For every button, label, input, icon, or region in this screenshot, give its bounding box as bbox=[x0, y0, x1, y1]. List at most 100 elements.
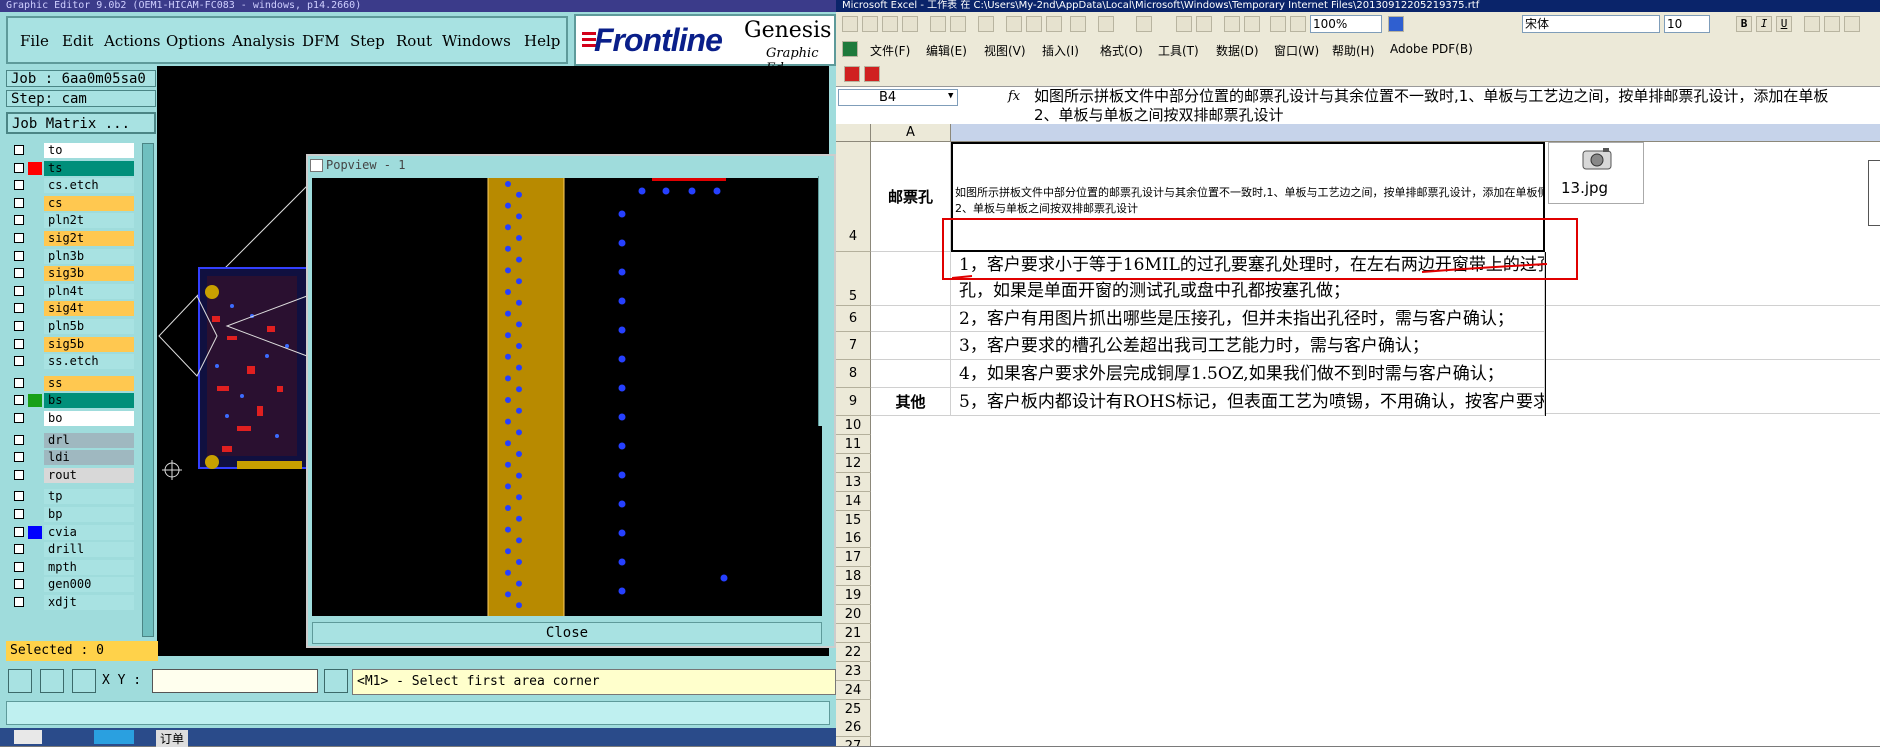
row-header-11[interactable]: 11 bbox=[836, 434, 871, 454]
layer-row-drl[interactable]: drl bbox=[8, 432, 134, 449]
layer-list-scrollbar[interactable] bbox=[142, 143, 154, 637]
menu-rout[interactable]: Rout bbox=[396, 32, 432, 50]
row-header-25[interactable]: 25 bbox=[836, 699, 871, 719]
undo-icon[interactable] bbox=[1098, 16, 1114, 32]
row-header-5[interactable]: 5 bbox=[836, 252, 871, 306]
row-header-27[interactable]: 27 bbox=[836, 737, 871, 746]
genesis-title-bar[interactable]: Graphic Editor 9.0b2 (OEM1-HICAM-FC083 -… bbox=[0, 0, 836, 12]
cell-a9[interactable]: 其他 bbox=[871, 388, 951, 416]
menu-help[interactable]: Help bbox=[524, 32, 560, 50]
layer-checkbox[interactable] bbox=[14, 597, 24, 607]
column-header-a[interactable]: A bbox=[871, 124, 951, 142]
bold-icon[interactable]: B bbox=[1736, 16, 1752, 32]
prompt-toggle-icon[interactable] bbox=[324, 669, 348, 693]
row-header-12[interactable]: 12 bbox=[836, 453, 871, 473]
menu-tools[interactable]: 工具(T) bbox=[1158, 42, 1199, 59]
layer-row-bo[interactable]: bo bbox=[8, 411, 134, 427]
help-icon[interactable] bbox=[1388, 16, 1404, 32]
chart-wizard-icon[interactable] bbox=[1270, 16, 1286, 32]
menu-file[interactable]: 文件(F) bbox=[870, 42, 910, 59]
menu-edit[interactable]: 编辑(E) bbox=[926, 42, 967, 59]
spelling-icon[interactable] bbox=[978, 16, 994, 32]
formula-content[interactable]: 如图所示拼板文件中部分位置的邮票孔设计与其余位置不一致时,1、单板与工艺边之间，… bbox=[1034, 87, 1880, 125]
underline-icon[interactable]: U bbox=[1776, 16, 1792, 32]
layer-checkbox[interactable] bbox=[14, 197, 24, 208]
layer-checkbox[interactable] bbox=[14, 321, 24, 331]
layer-checkbox[interactable] bbox=[14, 145, 24, 155]
xy-input[interactable] bbox=[152, 669, 318, 693]
convert-and-email-pdf-icon[interactable] bbox=[864, 66, 880, 82]
name-box-dropdown-icon[interactable]: ▼ bbox=[948, 91, 953, 101]
hyperlink-icon[interactable] bbox=[1176, 16, 1192, 32]
menu-analysis[interactable]: Analysis bbox=[232, 32, 295, 50]
layer-row-tp[interactable]: tp bbox=[8, 489, 134, 505]
row-header-7[interactable]: 7 bbox=[836, 332, 871, 360]
redo-icon[interactable] bbox=[1136, 16, 1152, 32]
drawing-icon[interactable] bbox=[1290, 16, 1306, 32]
layer-row-ldi[interactable]: ldi bbox=[8, 450, 134, 466]
layer-checkbox[interactable] bbox=[14, 285, 24, 296]
layer-checkbox[interactable] bbox=[14, 303, 24, 314]
save-icon[interactable] bbox=[882, 16, 898, 32]
insert-function-icon[interactable]: fx bbox=[1008, 89, 1020, 104]
layer-checkbox[interactable] bbox=[14, 491, 24, 502]
layer-row-mpth[interactable]: mpth bbox=[8, 559, 134, 576]
excel-app-icon[interactable] bbox=[842, 41, 858, 57]
menu-data[interactable]: 数据(D) bbox=[1216, 42, 1259, 59]
sort-ascending-icon[interactable] bbox=[1224, 16, 1240, 32]
row-header-13[interactable]: 13 bbox=[836, 472, 871, 492]
layer-row-pln4t[interactable]: pln4t bbox=[8, 283, 134, 300]
layer-checkbox[interactable] bbox=[14, 452, 24, 463]
align-center-icon[interactable] bbox=[1824, 16, 1840, 32]
row-header-6[interactable]: 6 bbox=[836, 306, 871, 332]
row-header-22[interactable]: 22 bbox=[836, 642, 871, 662]
layer-row-xdjt[interactable]: xdjt bbox=[8, 595, 134, 611]
new-file-icon[interactable] bbox=[842, 16, 858, 32]
second-embedded-object[interactable] bbox=[1868, 160, 1880, 226]
layer-checkbox[interactable] bbox=[14, 579, 24, 590]
layer-checkbox[interactable] bbox=[14, 338, 24, 349]
popview-close-icon[interactable] bbox=[310, 159, 323, 172]
layer-checkbox[interactable] bbox=[14, 526, 24, 537]
menu-file[interactable]: File bbox=[20, 32, 49, 50]
layer-checkbox[interactable] bbox=[14, 162, 24, 173]
layer-checkbox[interactable] bbox=[14, 215, 24, 226]
layer-row-bp[interactable]: bp bbox=[8, 507, 134, 523]
print-preview-icon[interactable] bbox=[950, 16, 966, 32]
cell-b9[interactable]: 5，客户板内都设计有ROHS标记，但表面工艺为喷锡，不用确认，按客户要求制作。 bbox=[951, 388, 1545, 416]
area-select-tool-icon[interactable] bbox=[8, 669, 32, 693]
cells-c5-c9[interactable] bbox=[1545, 252, 1880, 416]
layer-row-sig2t[interactable]: sig2t bbox=[8, 231, 134, 247]
layer-row-cs[interactable]: cs bbox=[8, 195, 134, 212]
layer-row-drill[interactable]: drill bbox=[8, 542, 134, 558]
italic-icon[interactable]: I bbox=[1756, 16, 1772, 32]
layer-checkbox[interactable] bbox=[14, 561, 24, 572]
select-all-corner[interactable] bbox=[836, 124, 871, 142]
excel-title-bar[interactable]: Microsoft Excel - 工作表 在 C:\Users\My-2nd\… bbox=[836, 0, 1880, 12]
cell-a5[interactable] bbox=[871, 252, 951, 306]
layer-checkbox[interactable] bbox=[14, 356, 24, 367]
cell-a6[interactable] bbox=[871, 306, 951, 332]
layer-checkbox[interactable] bbox=[14, 469, 24, 480]
layer-row-sig5b[interactable]: sig5b bbox=[8, 336, 134, 353]
cell-a8[interactable] bbox=[871, 360, 951, 388]
row-header-23[interactable]: 23 bbox=[836, 661, 871, 681]
layer-checkbox[interactable] bbox=[14, 233, 24, 243]
row-header-15[interactable]: 15 bbox=[836, 510, 871, 530]
layer-row-sig3b[interactable]: sig3b bbox=[8, 266, 134, 282]
menu-windows[interactable]: Windows bbox=[442, 32, 511, 50]
column-header-b[interactable] bbox=[951, 124, 1880, 142]
row-header-14[interactable]: 14 bbox=[836, 491, 871, 511]
menu-format[interactable]: 格式(O) bbox=[1100, 42, 1143, 59]
popview-close-button[interactable]: Close bbox=[312, 622, 822, 644]
row-header-10[interactable]: 10 bbox=[836, 416, 871, 435]
row-header-19[interactable]: 19 bbox=[836, 586, 871, 606]
worksheet-grid[interactable]: A 4 邮票孔 如图所示拼板文件中部分位置的邮票孔设计与其余位置不一致时,1、单… bbox=[836, 124, 1880, 746]
sort-descending-icon[interactable] bbox=[1244, 16, 1260, 32]
zoom-select[interactable]: 100% bbox=[1310, 15, 1382, 33]
row-header-24[interactable]: 24 bbox=[836, 680, 871, 700]
row-header-8[interactable]: 8 bbox=[836, 360, 871, 388]
layer-checkbox[interactable] bbox=[14, 509, 24, 519]
autosum-icon[interactable] bbox=[1196, 16, 1212, 32]
layer-checkbox[interactable] bbox=[14, 377, 24, 388]
